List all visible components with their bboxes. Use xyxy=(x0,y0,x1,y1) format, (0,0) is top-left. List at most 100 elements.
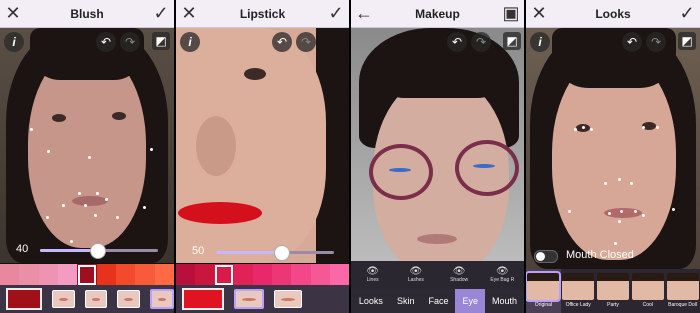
mouth-closed-label: Mouth Closed xyxy=(566,249,634,261)
color-swatch[interactable] xyxy=(233,264,253,286)
intensity-slider[interactable] xyxy=(40,243,158,259)
color-swatch[interactable] xyxy=(77,264,97,286)
page-title: Lipstick xyxy=(239,6,286,21)
preset-thumbnail xyxy=(666,273,699,300)
info-icon[interactable]: i xyxy=(4,32,24,52)
compare-icon[interactable]: ◩ xyxy=(503,32,521,50)
eye-icon: 👁 xyxy=(366,266,379,277)
color-swatch[interactable] xyxy=(329,264,349,286)
panel-divider xyxy=(174,0,176,313)
color-swatch[interactable] xyxy=(19,264,39,286)
glasses-right xyxy=(455,140,519,196)
undo-icon[interactable]: ↶ xyxy=(447,32,467,52)
confirm-icon[interactable]: ✓ xyxy=(323,0,349,27)
close-icon[interactable]: ✕ xyxy=(526,0,552,27)
undo-icon[interactable]: ↶ xyxy=(96,32,116,52)
color-swatch[interactable] xyxy=(214,264,234,286)
eye-category-lashes[interactable]: 👁 Lashes xyxy=(394,261,437,289)
color-swatch[interactable] xyxy=(176,264,196,286)
page-title: Looks xyxy=(595,6,631,21)
looks-preset-bar: Original Office Lady Party Cool Baroque … xyxy=(526,269,700,313)
eye-category-label: Lines xyxy=(366,277,379,283)
blush-panel: i ↶ ↷ ◩ 40 ✕ Blush ✓ xyxy=(0,0,174,313)
color-swatch[interactable] xyxy=(57,264,78,286)
tab-face[interactable]: Face xyxy=(421,289,455,313)
color-swatch[interactable] xyxy=(291,264,311,286)
back-icon[interactable]: ← xyxy=(351,0,377,27)
undo-icon[interactable]: ↶ xyxy=(622,32,642,52)
color-swatch[interactable] xyxy=(195,264,215,286)
selected-color-swatch[interactable] xyxy=(6,288,43,310)
color-swatch[interactable] xyxy=(252,264,273,286)
preset-party[interactable]: Party xyxy=(596,269,631,313)
confirm-icon[interactable]: ✓ xyxy=(148,0,174,27)
preset-thumbnail xyxy=(562,273,595,300)
blush-style-thumb[interactable] xyxy=(149,289,174,309)
color-swatch[interactable] xyxy=(154,264,174,286)
eye-category-eyebag[interactable]: 👁 Eye Bag R xyxy=(481,261,524,289)
preset-baroque-doll[interactable]: Baroque Doll xyxy=(665,269,700,313)
makeup-photo: ↶ ↷ ◩ xyxy=(351,28,524,276)
intensity-slider[interactable] xyxy=(216,245,334,261)
eye-category-label: Shadow xyxy=(450,277,469,283)
eye-category-shadow[interactable]: 👁 Shadow xyxy=(438,261,481,289)
slider-value: 50 xyxy=(192,245,205,257)
preset-thumbnail xyxy=(631,273,664,300)
eye-category-lines[interactable]: 👁 Lines xyxy=(351,261,394,289)
lipstick-panel: i ↶ ↷ 50 ✕ Lipstick ✓ xyxy=(176,0,349,313)
looks-topbar: ✕ Looks ✓ xyxy=(526,0,700,28)
lipstick-photo: i ↶ ↷ 50 xyxy=(176,28,349,263)
eye-category-label: Eye Bag R xyxy=(490,277,515,283)
eye-icon: 👁 xyxy=(452,266,466,277)
info-icon[interactable]: i xyxy=(530,32,550,52)
close-icon[interactable]: ✕ xyxy=(0,0,26,27)
redo-icon[interactable]: ↷ xyxy=(471,32,491,52)
color-swatch[interactable] xyxy=(272,264,292,286)
lipstick-thumbnail-tray xyxy=(176,285,349,313)
blush-style-thumb[interactable] xyxy=(52,290,75,308)
blush-swatches xyxy=(0,264,174,286)
redo-icon[interactable]: ↷ xyxy=(296,32,316,52)
looks-panel: i ↶ ↷ ◩ Mouth Closed Original Office Lad… xyxy=(526,0,700,313)
eye-icon: 👁 xyxy=(409,266,423,277)
tab-eye[interactable]: Eye xyxy=(455,289,485,313)
preset-office-lady[interactable]: Office Lady xyxy=(561,269,596,313)
color-swatch[interactable] xyxy=(135,264,155,286)
selected-color-swatch[interactable] xyxy=(182,288,224,310)
close-icon[interactable]: ✕ xyxy=(176,0,202,27)
lips xyxy=(178,202,262,224)
preset-label: Office Lady xyxy=(565,302,591,308)
lipstick-style-thumb[interactable] xyxy=(234,289,264,309)
blush-style-thumb[interactable] xyxy=(84,290,108,308)
preset-label: Original xyxy=(534,302,553,308)
color-swatch[interactable] xyxy=(0,264,20,286)
preset-thumbnail xyxy=(526,271,562,302)
lipstick-style-thumb[interactable] xyxy=(274,290,302,308)
blush-style-thumb[interactable] xyxy=(117,290,140,308)
redo-icon[interactable]: ↷ xyxy=(120,32,140,52)
preset-label: Baroque Doll xyxy=(668,302,698,308)
blush-thumbnail-tray xyxy=(0,285,174,313)
save-icon[interactable]: ▣ xyxy=(498,0,524,27)
color-swatch[interactable] xyxy=(96,264,116,286)
page-title: Blush xyxy=(70,6,104,21)
tab-mouth[interactable]: Mouth xyxy=(485,289,524,313)
tab-looks[interactable]: Looks xyxy=(352,289,390,313)
color-swatch[interactable] xyxy=(310,264,330,286)
color-swatch[interactable] xyxy=(115,264,136,286)
color-swatch[interactable] xyxy=(38,264,58,286)
looks-photo: i ↶ ↷ ◩ Mouth Closed xyxy=(526,28,700,269)
slider-value: 40 xyxy=(16,243,29,255)
mouth-closed-toggle[interactable] xyxy=(534,250,558,263)
compare-icon[interactable]: ◩ xyxy=(152,32,170,50)
undo-icon[interactable]: ↶ xyxy=(272,32,292,52)
confirm-icon[interactable]: ✓ xyxy=(674,0,700,27)
preset-cool[interactable]: Cool xyxy=(630,269,665,313)
info-icon[interactable]: i xyxy=(180,32,200,52)
redo-icon[interactable]: ↷ xyxy=(646,32,666,52)
compare-icon[interactable]: ◩ xyxy=(678,32,696,50)
makeup-topbar: ← Makeup ▣ xyxy=(351,0,524,28)
preset-original[interactable]: Original xyxy=(526,269,562,313)
lipstick-topbar: ✕ Lipstick ✓ xyxy=(176,0,349,28)
tab-skin[interactable]: Skin xyxy=(390,289,422,313)
